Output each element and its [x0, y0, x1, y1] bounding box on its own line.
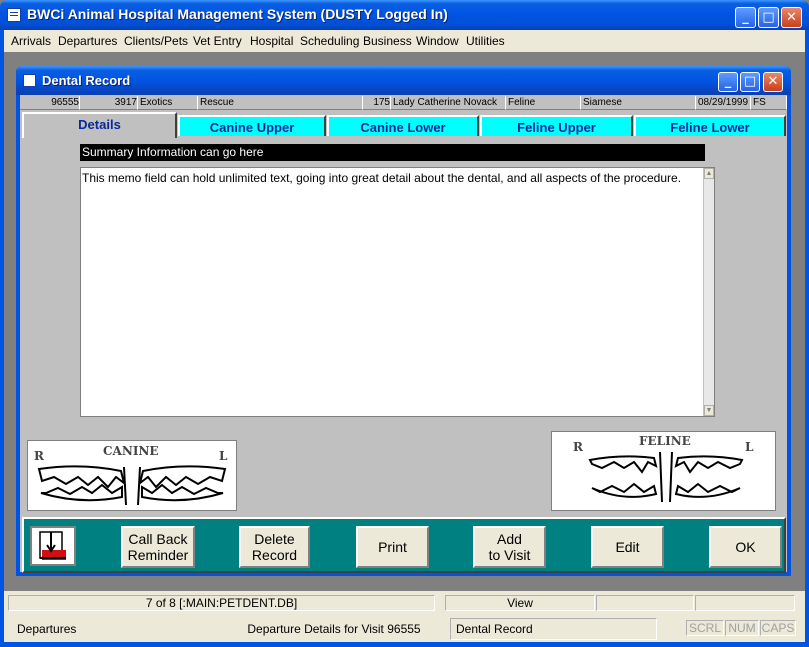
menu-clients-pets[interactable]: Clients/Pets — [124, 34, 188, 48]
memo-scrollbar[interactable]: ▲ ▼ — [703, 168, 714, 416]
status-record-position: 7 of 8 [:MAIN:PETDENT.DB] — [8, 595, 435, 611]
menu-scheduling[interactable]: Scheduling — [300, 34, 359, 48]
tab-canine-upper[interactable]: Canine Upper — [178, 115, 326, 136]
status-form-name: Dental Record — [450, 618, 657, 640]
dental-record-title: Dental Record — [42, 73, 131, 88]
menu-bar: Arrivals Departures Clients/Pets Vet Ent… — [4, 30, 805, 52]
tab-feline-upper[interactable]: Feline Upper — [480, 115, 633, 136]
feline-left-label: L — [745, 440, 754, 454]
app-icon[interactable] — [7, 8, 21, 22]
pet-sex: FS — [751, 96, 787, 110]
child-maximize-icon[interactable]: □ — [740, 72, 760, 92]
status-module: Departures — [17, 622, 77, 636]
pet-breed: Siamese — [581, 96, 696, 110]
close-icon[interactable]: ✕ — [781, 7, 802, 28]
minimize-icon[interactable]: _ — [735, 7, 756, 28]
add-to-visit-button[interactable]: Add to Visit — [473, 526, 546, 568]
scroll-up-arrow-icon[interactable]: ▲ — [704, 168, 714, 179]
pet-name: Lady Catherine Novack — [391, 96, 506, 110]
child-close-icon[interactable]: ✕ — [763, 72, 783, 92]
canine-diagram-title: CANINE — [103, 444, 159, 458]
status-details: Departure Details for Visit 96555 — [247, 622, 421, 636]
memo-field[interactable]: This memo field can hold unlimited text,… — [80, 167, 715, 417]
delete-record-button[interactable]: Delete Record — [239, 526, 310, 568]
maximize-icon[interactable]: □ — [758, 7, 779, 28]
menu-arrivals[interactable]: Arrivals — [11, 34, 51, 48]
menu-hospital[interactable]: Hospital — [250, 34, 293, 48]
status-caps: CAPS — [760, 620, 796, 636]
app-titlebar[interactable]: BWCi Animal Hospital Management System (… — [0, 0, 809, 30]
client-status: Rescue — [198, 96, 363, 110]
exit-button[interactable] — [30, 526, 76, 566]
status-mode: View — [445, 595, 595, 611]
scroll-down-arrow-icon[interactable]: ▼ — [704, 405, 714, 416]
add-label-1: Add — [497, 531, 522, 547]
status-empty-1 — [596, 595, 694, 611]
pet-birth-date: 08/29/1999 — [696, 96, 751, 110]
feline-dental-diagram[interactable]: FELINE R L — [551, 431, 776, 511]
child-minimize-icon[interactable]: _ — [718, 72, 738, 92]
summary-field[interactable]: Summary Information can go here — [80, 144, 705, 161]
menu-departures[interactable]: Departures — [58, 34, 117, 48]
canine-dental-diagram[interactable]: CANINE R L — [27, 440, 237, 511]
canine-teeth-icon — [37, 465, 227, 506]
menu-vet-entry[interactable]: Vet Entry — [193, 34, 242, 48]
memo-text: This memo field can hold unlimited text,… — [82, 171, 682, 185]
feline-teeth-icon — [588, 451, 744, 503]
status-empty-2 — [695, 595, 795, 611]
tab-canine-lower[interactable]: Canine Lower — [327, 115, 479, 136]
call-back-label-2: Reminder — [127, 547, 189, 563]
menu-business[interactable]: Business — [363, 34, 412, 48]
edit-button[interactable]: Edit — [591, 526, 664, 568]
call-back-reminder-button[interactable]: Call Back Reminder — [121, 526, 195, 568]
client-number: 3917 — [80, 96, 138, 110]
status-num: NUM — [725, 620, 759, 636]
exit-door-icon — [39, 531, 66, 560]
menu-utilities[interactable]: Utilities — [466, 34, 505, 48]
status-scrl: SCRL — [686, 620, 724, 636]
print-button[interactable]: Print — [356, 526, 429, 568]
menu-window[interactable]: Window — [416, 34, 459, 48]
window-icon[interactable] — [23, 74, 36, 87]
app-title: BWCi Animal Hospital Management System (… — [27, 6, 448, 22]
delete-label-2: Record — [251, 547, 298, 563]
delete-label-1: Delete — [254, 531, 295, 547]
client-type: Exotics — [138, 96, 198, 110]
feline-right-label: R — [573, 440, 583, 454]
tab-details[interactable]: Details — [22, 112, 177, 138]
visit-number: 96555 — [20, 96, 80, 110]
pet-species: Feline — [506, 96, 581, 110]
add-label-2: to Visit — [488, 547, 531, 563]
tab-feline-lower[interactable]: Feline Lower — [634, 115, 786, 136]
pet-number: 175 — [363, 96, 391, 110]
call-back-label-1: Call Back — [128, 531, 188, 547]
ok-button[interactable]: OK — [709, 526, 782, 568]
dental-record-titlebar[interactable]: Dental Record _ □ ✕ — [16, 66, 791, 95]
